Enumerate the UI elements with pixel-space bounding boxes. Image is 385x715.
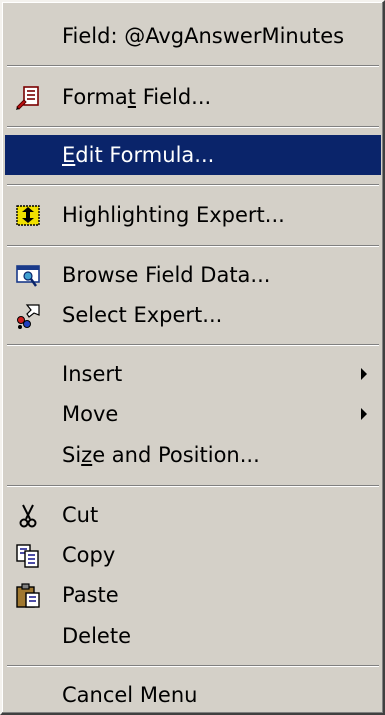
menu-header-label: Field: @AvgAnswerMinutes xyxy=(62,24,345,48)
menu-separator xyxy=(7,485,379,487)
size-position-label-after: e and Position... xyxy=(92,443,260,467)
edit-formula-label-accel: E xyxy=(62,143,76,167)
cancel-menu-label: Cancel Menu xyxy=(62,683,198,707)
menu-item-browse-field-data[interactable]: Browse Field Data... xyxy=(5,255,381,295)
menu-separator xyxy=(7,184,379,186)
submenu-arrow-icon xyxy=(361,368,367,380)
menu-item-edit-formula[interactable]: Edit Formula... xyxy=(5,135,381,175)
menu-separator xyxy=(7,344,379,346)
menu-item-highlighting-expert[interactable]: Highlighting Expert... xyxy=(5,195,381,235)
format-field-label-after: Field... xyxy=(136,85,212,109)
browse-field-data-icon xyxy=(15,262,41,288)
size-position-label-before: Si xyxy=(62,443,82,467)
edit-formula-label-after: dit Formula... xyxy=(75,143,215,167)
menu-item-select-expert[interactable]: Select Expert... xyxy=(5,295,381,335)
context-menu: Field: @AvgAnswerMinutes Format Field...… xyxy=(0,0,385,715)
menu-item-delete[interactable]: Delete xyxy=(5,616,381,656)
select-expert-label: Select Expert... xyxy=(62,303,223,327)
copy-icon xyxy=(15,542,41,568)
insert-label: Insert xyxy=(62,362,123,386)
browse-field-data-label: Browse Field Data... xyxy=(62,263,271,287)
format-field-icon xyxy=(15,84,41,110)
menu-separator xyxy=(7,245,379,247)
menu-item-size-and-position[interactable]: Size and Position... xyxy=(5,435,381,475)
highlighting-expert-label: Highlighting Expert... xyxy=(62,203,285,227)
scissors-icon xyxy=(15,502,41,528)
highlighting-expert-icon xyxy=(15,202,41,228)
menu-separator xyxy=(7,65,379,67)
format-field-label-before: Forma xyxy=(62,85,128,109)
select-expert-icon xyxy=(15,302,41,329)
copy-label: Copy xyxy=(62,543,116,567)
paste-icon xyxy=(15,582,41,608)
menu-item-copy[interactable]: Copy xyxy=(5,535,381,575)
menu-item-insert[interactable]: Insert xyxy=(5,354,381,394)
size-position-label-accel: z xyxy=(81,443,93,467)
menu-item-paste[interactable]: Paste xyxy=(5,575,381,615)
format-field-label-accel: t xyxy=(127,85,137,109)
menu-item-cut[interactable]: Cut xyxy=(5,495,381,535)
delete-label: Delete xyxy=(62,624,131,648)
menu-item-cancel-menu[interactable]: Cancel Menu xyxy=(5,675,381,715)
menu-item-format-field[interactable]: Format Field... xyxy=(5,77,381,117)
paste-label: Paste xyxy=(62,583,119,607)
cut-label: Cut xyxy=(62,503,99,527)
menu-header-field: Field: @AvgAnswerMinutes xyxy=(5,16,381,56)
menu-item-move[interactable]: Move xyxy=(5,394,381,434)
move-label: Move xyxy=(62,402,119,426)
submenu-arrow-icon xyxy=(361,408,367,420)
menu-separator xyxy=(7,665,379,667)
menu-separator xyxy=(7,126,379,128)
